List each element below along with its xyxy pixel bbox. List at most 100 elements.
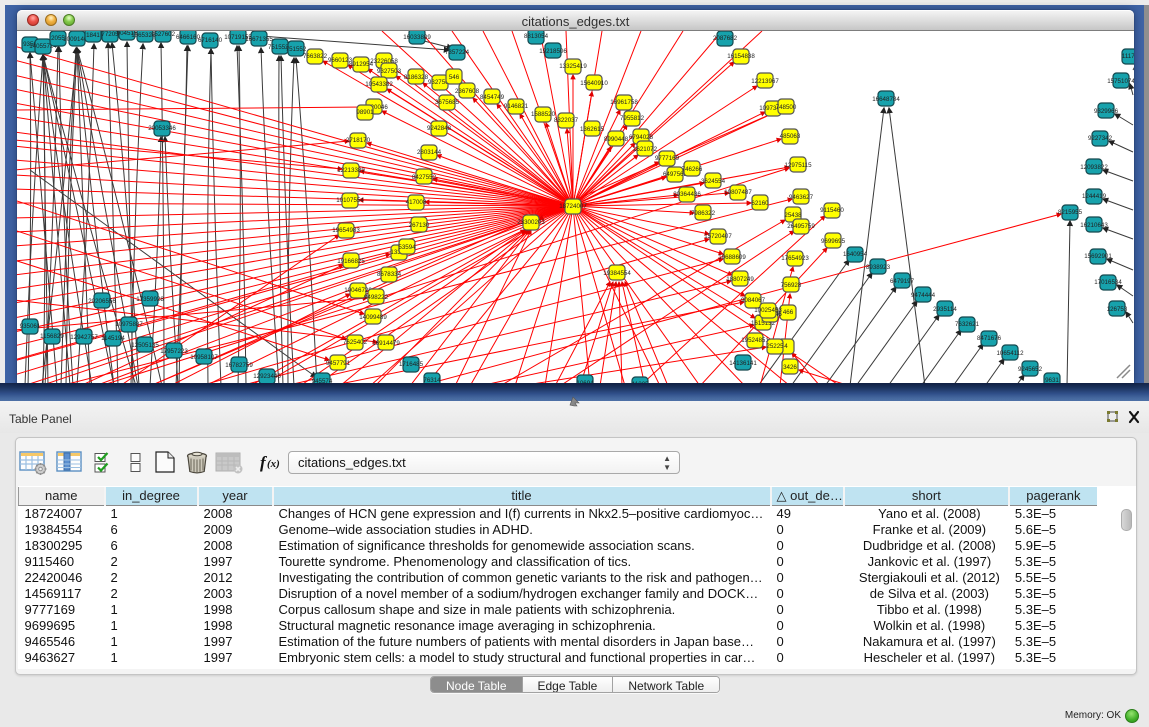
svg-text:1527602: 1527602	[151, 31, 176, 38]
svg-text:10958107: 10958107	[190, 354, 218, 361]
svg-text:8471676: 8471676	[977, 335, 1002, 342]
svg-text:126753: 126753	[1107, 306, 1128, 313]
svg-text:20053346: 20053346	[148, 125, 176, 132]
svg-text:8938923: 8938923	[866, 264, 891, 271]
svg-text:7663822: 7663822	[303, 53, 328, 60]
svg-text:9498222: 9498222	[364, 294, 389, 301]
svg-text:8678334: 8678334	[377, 271, 402, 278]
svg-text:25438: 25438	[784, 212, 802, 219]
svg-text:26495759: 26495759	[787, 223, 815, 230]
svg-text:1640954: 1640954	[843, 251, 868, 258]
svg-text:8322037: 8322037	[554, 117, 579, 124]
svg-text:16782759: 16782759	[225, 362, 253, 369]
svg-text:9242848: 9242848	[427, 125, 452, 132]
svg-text:53594: 53594	[398, 244, 416, 251]
svg-text:19166825: 19166825	[337, 258, 365, 265]
svg-text:62160: 62160	[751, 200, 769, 207]
svg-text:10107554: 10107554	[336, 197, 364, 204]
svg-text:2718170: 2718170	[346, 137, 371, 144]
svg-text:1841: 1841	[86, 32, 100, 39]
svg-text:13325419: 13325419	[559, 63, 587, 70]
svg-text:1362615: 1362615	[580, 126, 605, 133]
svg-text:15640910: 15640910	[580, 80, 608, 87]
svg-text:2935114: 2935114	[933, 306, 957, 313]
svg-text:12505135: 12505135	[131, 342, 159, 349]
svg-text:485063: 485063	[780, 133, 801, 140]
svg-text:98901: 98901	[356, 109, 374, 116]
svg-text:10543382: 10543382	[365, 81, 393, 88]
svg-text:7357224: 7357224	[445, 49, 470, 56]
svg-text:12213389: 12213389	[337, 167, 365, 174]
svg-text:6716140: 6716140	[198, 37, 223, 44]
svg-text:16671355: 16671355	[245, 36, 273, 43]
svg-text:751552: 751552	[286, 46, 307, 53]
svg-text:8454749: 8454749	[480, 94, 505, 101]
svg-text:267130: 267130	[409, 222, 430, 229]
svg-text:9631: 9631	[1045, 377, 1059, 383]
svg-text:748500: 748500	[776, 104, 797, 111]
svg-text:546: 546	[449, 74, 460, 81]
svg-text:3624554: 3624554	[701, 178, 726, 185]
svg-text:10807487: 10807487	[724, 189, 752, 196]
svg-text:417008: 417008	[406, 199, 427, 206]
svg-text:9457791: 9457791	[326, 360, 351, 367]
svg-text:17016534: 17016534	[1094, 279, 1122, 286]
svg-text:10694: 10694	[576, 380, 594, 383]
svg-text:2087682: 2087682	[713, 35, 738, 42]
svg-text:8215955: 8215955	[1058, 209, 1083, 216]
svg-text:23300203: 23300203	[517, 219, 545, 226]
svg-text:9115460: 9115460	[820, 207, 844, 214]
svg-text:17957223: 17957223	[160, 348, 188, 355]
svg-text:16210643: 16210643	[1080, 222, 1108, 229]
svg-text:3426: 3426	[783, 364, 797, 371]
svg-text:7625402: 7625402	[343, 339, 368, 346]
svg-text:6794028: 6794028	[629, 134, 654, 141]
svg-text:1145194: 1145194	[101, 335, 125, 342]
svg-text:3675685: 3675685	[435, 99, 460, 106]
svg-text:18724007: 18724007	[559, 203, 587, 210]
svg-text:17359928: 17359928	[136, 296, 164, 303]
svg-text:41205: 41205	[631, 381, 649, 383]
svg-text:11172: 11172	[1122, 53, 1134, 60]
svg-text:12942757: 12942757	[70, 334, 98, 341]
svg-text:1588520: 1588520	[531, 111, 556, 118]
svg-text:17654923: 17654923	[781, 255, 809, 262]
svg-text:8427552: 8427552	[412, 174, 437, 181]
svg-text:4: 4	[784, 343, 788, 350]
svg-text:9699695: 9699695	[821, 238, 846, 245]
svg-text:9146821: 9146821	[504, 103, 529, 110]
svg-text:19218506: 19218506	[539, 48, 567, 55]
svg-text:12093822: 12093822	[1080, 164, 1108, 171]
svg-text:19654983: 19654983	[332, 227, 360, 234]
svg-text:25225: 25225	[766, 343, 784, 350]
svg-text:8990448: 8990448	[604, 136, 629, 143]
svg-text:1156829: 1156829	[40, 333, 64, 340]
svg-text:9329966: 9329966	[1094, 108, 1119, 115]
svg-text:20206556: 20206556	[88, 298, 116, 305]
svg-text:16648784: 16648784	[872, 96, 900, 103]
svg-text:6466160: 6466160	[176, 34, 201, 41]
svg-text:16154838: 16154838	[727, 53, 755, 60]
svg-text:15751074: 15751074	[1107, 78, 1134, 85]
svg-text:1716485: 1716485	[399, 361, 424, 368]
svg-text:935061: 935061	[20, 323, 41, 330]
svg-text:9777169: 9777169	[655, 155, 680, 162]
svg-text:19384554: 19384554	[603, 270, 631, 277]
svg-text:9474444: 9474444	[911, 292, 936, 299]
svg-text:1621072: 1621072	[633, 146, 658, 153]
svg-text:7632621: 7632621	[955, 321, 980, 328]
svg-text:10654112: 10654112	[996, 350, 1024, 357]
svg-text:2367608: 2367608	[455, 88, 480, 95]
svg-text:76314: 76314	[423, 377, 441, 383]
svg-text:1244419: 1244419	[1082, 193, 1107, 200]
svg-text:9327503: 9327503	[377, 68, 402, 75]
svg-text:12923446: 12923446	[253, 373, 281, 380]
svg-text:9227342: 9227342	[1088, 135, 1113, 142]
svg-text:14136141: 14136141	[729, 360, 757, 367]
svg-text:16033809: 16033809	[403, 34, 431, 41]
svg-text:16961758: 16961758	[610, 99, 638, 106]
svg-text:19524851: 19524851	[741, 337, 769, 344]
svg-text:9463627: 9463627	[789, 194, 814, 201]
svg-text:466: 466	[783, 309, 794, 316]
svg-text:6479197: 6479197	[890, 278, 915, 285]
